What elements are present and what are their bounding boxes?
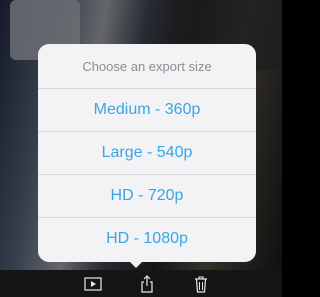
option-hd-720p[interactable]: HD - 720p xyxy=(38,174,256,217)
option-medium-360p[interactable]: Medium - 360p xyxy=(38,88,256,131)
bottom-toolbar xyxy=(0,270,282,297)
option-hd-1080p[interactable]: HD - 1080p xyxy=(38,217,256,260)
export-size-sheet: Choose an export size Medium - 360p Larg… xyxy=(38,44,256,262)
trash-icon[interactable] xyxy=(192,270,210,297)
play-icon[interactable] xyxy=(82,270,104,297)
share-icon[interactable] xyxy=(138,270,156,297)
option-large-540p[interactable]: Large - 540p xyxy=(38,131,256,174)
popover-arrow xyxy=(127,259,145,268)
sheet-title: Choose an export size xyxy=(82,58,212,74)
